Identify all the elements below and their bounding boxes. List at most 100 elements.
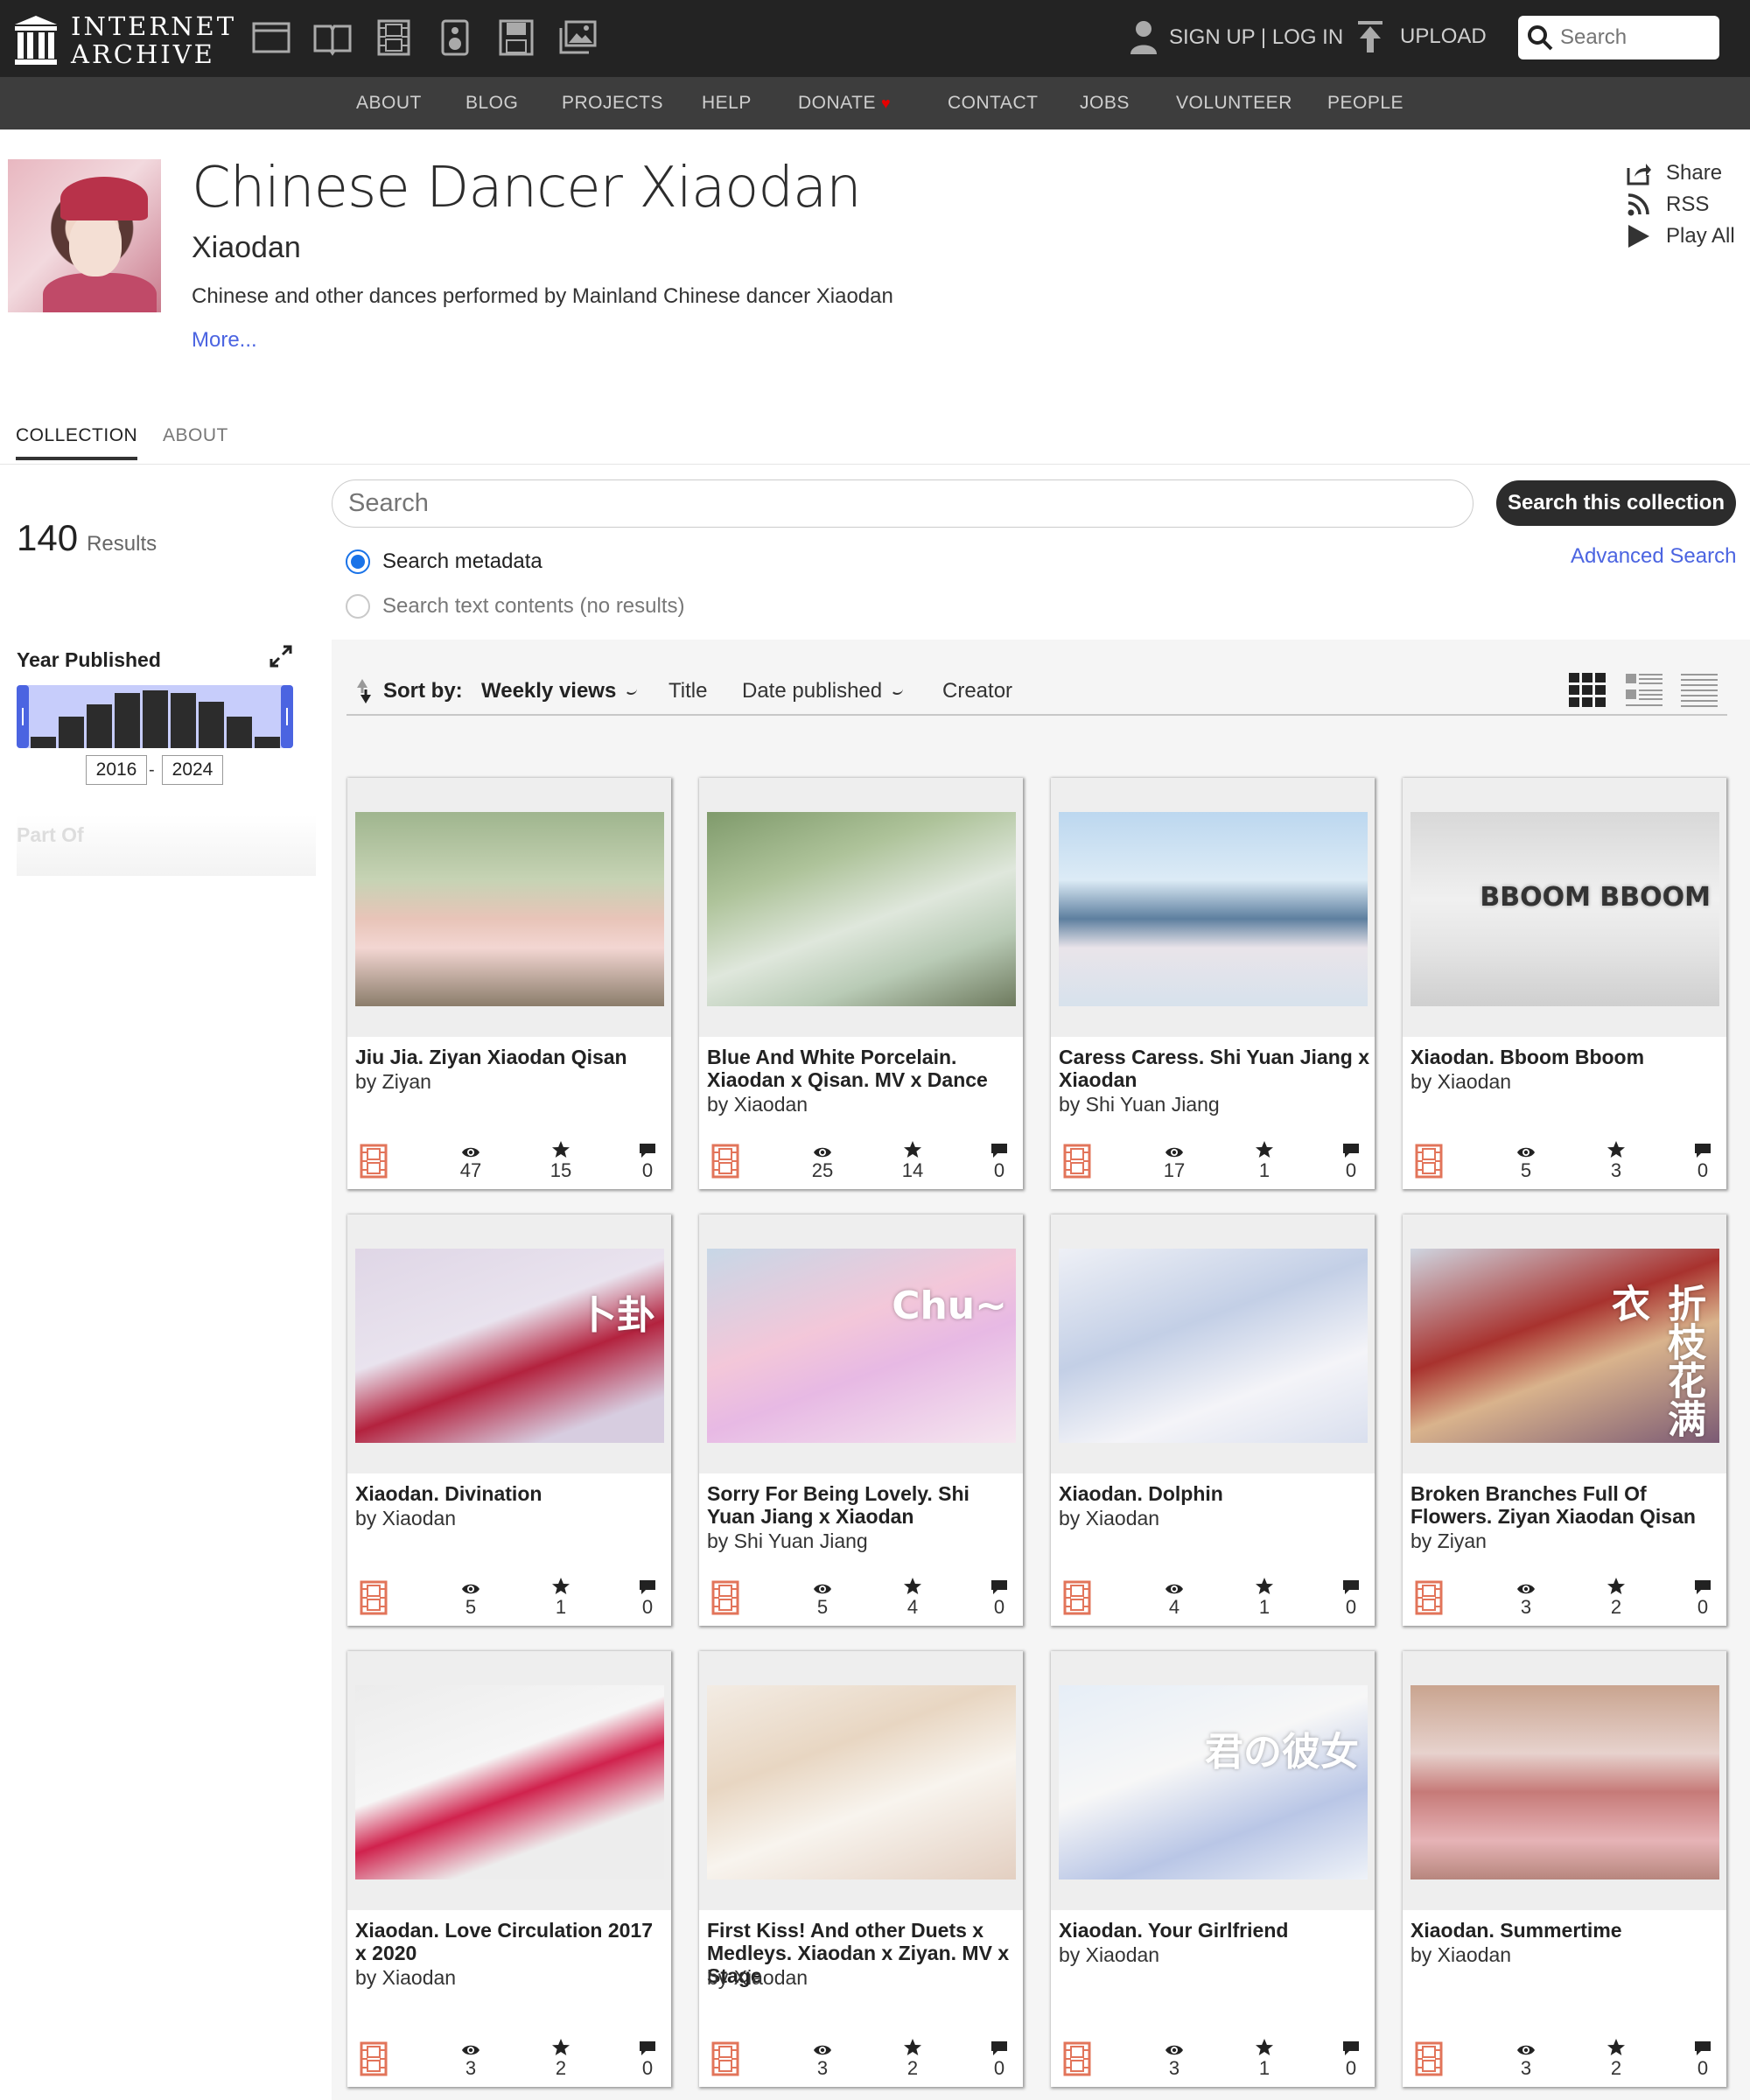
result-tile[interactable]: Blue And White Porcelain. Xiaodan x Qisa… (699, 778, 1023, 1189)
list-detail-view-icon[interactable] (1625, 670, 1663, 709)
item-title[interactable]: Xiaodan. Love Circulation 2017 x 2020 (355, 1919, 668, 1964)
item-title[interactable]: Xiaodan. Divination (355, 1482, 668, 1505)
more-link[interactable]: More... (192, 328, 257, 353)
result-tile[interactable]: First Kiss! And other Duets x Medleys. X… (699, 1651, 1023, 2087)
rss-button[interactable]: RSS (1626, 189, 1735, 220)
item-thumbnail[interactable] (707, 812, 1016, 1006)
item-thumbnail[interactable] (355, 812, 664, 1006)
sort-date-published[interactable]: Date published (742, 679, 904, 704)
item-title[interactable]: Broken Branches Full Of Flowers. Ziyan X… (1410, 1482, 1724, 1528)
nav-volunteer[interactable]: VOLUNTEER (1176, 93, 1292, 114)
thumbnail-box: BBOOM BBOOM (1403, 778, 1726, 1037)
texts-icon[interactable] (311, 18, 354, 58)
radio-metadata-label: Search metadata (382, 550, 542, 573)
year-slider-left-handle[interactable] (17, 685, 29, 748)
part-of-facet[interactable]: Part Of (17, 815, 316, 876)
nav-help[interactable]: HELP (702, 93, 752, 114)
item-thumbnail[interactable]: Chu~ (707, 1249, 1016, 1443)
views-count: 17 (1163, 1159, 1186, 1181)
item-thumbnail[interactable]: 折枝花满衣 (1410, 1249, 1719, 1443)
item-title[interactable]: Xiaodan. Dolphin (1059, 1482, 1372, 1505)
share-icon (1627, 164, 1651, 186)
item-title[interactable]: Xiaodan. Your Girlfriend (1059, 1919, 1372, 1942)
result-tile[interactable]: Caress Caress. Shi Yuan Jiang x Xiaodan … (1051, 778, 1375, 1189)
radio-search-metadata[interactable]: Search metadata (346, 550, 542, 574)
collection-search-input[interactable] (348, 489, 1398, 518)
software-icon[interactable] (494, 18, 538, 58)
favorites-stat: 14 (886, 1138, 939, 1182)
result-tile[interactable]: Xiaodan. Dolphin by Xiaodan 4 1 0 (1051, 1214, 1375, 1626)
result-tile[interactable]: 折枝花满衣 Broken Branches Full Of Flowers. Z… (1403, 1214, 1726, 1626)
year-slider-right-handle[interactable] (281, 685, 293, 748)
play-all-button[interactable]: Play All (1626, 220, 1735, 252)
result-tile[interactable]: Jiu Jia. Ziyan Xiaodan Qisan by Ziyan 47… (347, 778, 671, 1189)
item-thumbnail[interactable] (1059, 1249, 1368, 1443)
item-title[interactable]: Xiaodan. Summertime (1410, 1919, 1724, 1942)
audio-icon[interactable] (433, 18, 477, 58)
nav-donate[interactable]: DONATE ♥ (798, 93, 891, 114)
item-thumbnail[interactable] (355, 1685, 664, 1880)
share-button[interactable]: Share (1626, 158, 1735, 189)
item-title[interactable]: Jiu Jia. Ziyan Xiaodan Qisan (355, 1046, 668, 1068)
facet-sidebar: 140 Results Year Published 2016 - 2024 P… (0, 465, 331, 2100)
signup-login-link[interactable]: SIGN UP | LOG IN (1129, 19, 1343, 56)
nav-blog[interactable]: BLOG (466, 93, 518, 114)
favorites-count: 15 (550, 1159, 572, 1181)
result-tile[interactable]: Xiaodan. Love Circulation 2017 x 2020 by… (347, 1651, 671, 2087)
item-thumbnail[interactable] (1059, 812, 1368, 1006)
grid-view-icon[interactable] (1568, 670, 1606, 709)
radio-button-selected[interactable] (346, 550, 370, 574)
web-icon[interactable] (249, 18, 293, 58)
comment-icon (1325, 1575, 1377, 1596)
tab-collection[interactable]: COLLECTION (16, 425, 138, 460)
search-collection-button[interactable]: Search this collection (1496, 480, 1736, 526)
result-tile[interactable]: Xiaodan. Summertime by Xiaodan 3 2 0 (1403, 1651, 1726, 2087)
top-search-input[interactable] (1560, 25, 1709, 50)
eye-icon (796, 2036, 849, 2057)
result-tile[interactable]: Chu~ Sorry For Being Lovely. Shi Yuan Ji… (699, 1214, 1023, 1626)
search-icon[interactable] (1527, 24, 1553, 51)
item-creator: by Ziyan (1410, 1530, 1487, 1552)
year-from-input[interactable]: 2016 (86, 755, 147, 785)
year-histogram[interactable] (17, 685, 293, 748)
item-title[interactable]: Sorry For Being Lovely. Shi Yuan Jiang x… (707, 1482, 1020, 1528)
play-all-label: Play All (1666, 224, 1735, 248)
eye-icon (1148, 2036, 1200, 2057)
year-to-input[interactable]: 2024 (162, 755, 223, 785)
nav-jobs[interactable]: JOBS (1080, 93, 1130, 114)
item-thumbnail[interactable]: 君の彼女 (1059, 1685, 1368, 1880)
video-icon[interactable] (372, 18, 416, 58)
item-thumbnail[interactable] (707, 1685, 1016, 1880)
images-icon[interactable] (556, 18, 599, 58)
upload-link[interactable]: UPLOAD (1356, 19, 1487, 54)
favorites-stat: 2 (1590, 2036, 1642, 2080)
internet-archive-logo[interactable]: INTERNET ARCHIVE (15, 12, 236, 68)
sort-weekly-views[interactable]: Weekly views (481, 679, 638, 704)
item-title[interactable]: Xiaodan. Bboom Bboom (1410, 1046, 1724, 1068)
item-thumbnail[interactable]: 卜卦 (355, 1249, 664, 1443)
nav-projects[interactable]: PROJECTS (562, 93, 663, 114)
item-creator: by Xiaodan (1059, 1943, 1160, 1966)
advanced-search-link[interactable]: Advanced Search (1571, 544, 1736, 569)
reviews-count: 0 (1345, 1596, 1357, 1618)
tab-about[interactable]: ABOUT (163, 425, 228, 457)
sort-creator[interactable]: Creator (942, 679, 1012, 704)
item-title[interactable]: Caress Caress. Shi Yuan Jiang x Xiaodan (1059, 1046, 1372, 1091)
item-thumbnail[interactable]: BBOOM BBOOM (1410, 812, 1719, 1006)
list-compact-view-icon[interactable] (1680, 670, 1718, 709)
sort-direction-icon[interactable] (354, 676, 374, 707)
expand-icon[interactable] (268, 643, 294, 669)
result-tile[interactable]: 卜卦 Xiaodan. Divination by Xiaodan 5 1 0 (347, 1214, 671, 1626)
item-title[interactable]: Blue And White Porcelain. Xiaodan x Qisa… (707, 1046, 1020, 1091)
nav-about[interactable]: ABOUT (356, 93, 422, 114)
sort-title[interactable]: Title (668, 679, 707, 704)
nav-contact[interactable]: CONTACT (948, 93, 1038, 114)
radio-search-text[interactable]: Search text contents (no results) (346, 594, 685, 619)
views-stat: 4 (1148, 1575, 1200, 1619)
result-tile[interactable]: 君の彼女 Xiaodan. Your Girlfriend by Xiaodan… (1051, 1651, 1375, 2087)
item-thumbnail[interactable] (1410, 1685, 1719, 1880)
radio-button-unselected[interactable] (346, 594, 370, 619)
nav-people[interactable]: PEOPLE (1327, 93, 1404, 114)
histogram-bar (199, 702, 224, 748)
result-tile[interactable]: BBOOM BBOOM Xiaodan. Bboom Bboom by Xiao… (1403, 778, 1726, 1189)
